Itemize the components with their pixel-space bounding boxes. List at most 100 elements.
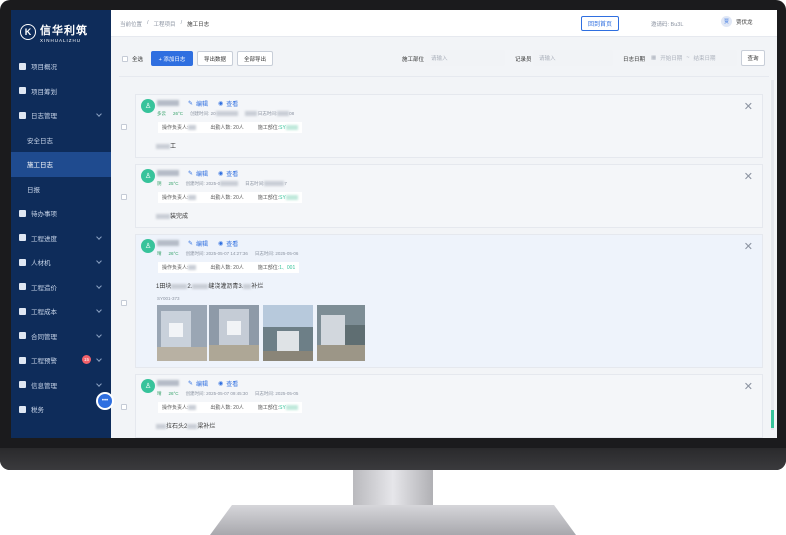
sidebar-item-label: 工程进度 [31,235,57,243]
close-icon[interactable]: ✕ [744,170,753,183]
end-date-input[interactable]: 结束日期 [693,54,715,62]
log-card: ♙ ✎ 编辑 ◉ 查看 晴 26°C 创建时间: 2025-05-07 14:27:… [135,234,763,368]
contract-icon [19,332,26,340]
sidebar-item-resources[interactable]: 人材机 [11,250,111,275]
sidebar-item-safety-log[interactable]: 安全日志 [11,128,111,153]
log-meta: 晴 26°C 创建时间: 2025-05-07 14:27:36 日志时间: 2… [157,251,299,256]
sidebar-item-label: 工程成本 [31,309,57,317]
recorder-name [157,380,179,386]
todo-icon [19,209,26,217]
site-photo[interactable] [263,305,313,361]
sidebar-item-label: 税务 [31,407,44,415]
user-menu[interactable]: 贾 贾伏龙 [721,16,753,27]
sidebar-item-label: 安全日志 [27,137,53,145]
breadcrumb-current: 施工日志 [187,22,210,28]
breadcrumb-item[interactable]: 当前位置 [120,20,142,28]
chat-float-button[interactable]: ••• [96,392,114,410]
log-fields: 操作负责人: 出勤人数: 20人 施工部位:SY [158,122,302,133]
select-all[interactable]: 全选 [122,55,143,63]
close-icon[interactable]: ✕ [744,100,753,113]
sidebar-item-contracts[interactable]: 合同管理 [11,324,111,349]
log-content: 工 [156,141,176,150]
view-link[interactable]: ◉ 查看 [218,169,238,178]
sidebar-item-label: 项目概况 [31,64,57,72]
toolbar: 全选 + 添加日志 导出数据 全部导出 施工部位 请输入 记录员 请输入 日志日… [119,46,769,72]
sidebar-item-label: 工程预警 [31,358,57,366]
query-button[interactable]: 查询 [741,50,765,66]
row-checkbox[interactable] [121,124,127,130]
export-all-button[interactable]: 全部导出 [237,51,273,66]
select-all-label: 全选 [132,57,144,63]
chevron-down-icon [96,356,102,362]
monitor-stand-neck [353,470,433,510]
weather: 晴 [157,251,162,256]
brand-name-en: XINHUALIZHU [40,37,82,43]
sidebar-item-cost[interactable]: 工程成本 [11,299,111,324]
export-data-button[interactable]: 导出数据 [197,51,233,66]
sidebar-item-label: 待办事项 [31,211,57,219]
site-photo[interactable] [317,305,365,361]
log-meta: 阴 25°C 创建时间: 2025-0 日志时间: 7 [157,181,287,187]
back-home-button[interactable]: 回到首页 [581,16,619,31]
close-icon[interactable]: ✕ [744,380,753,393]
recorder-label: 记录员 [515,57,532,63]
log-code: SY001-373 [157,296,180,301]
sidebar-item-label: 合同管理 [31,333,57,341]
dept-input[interactable]: 请输入 [425,50,505,66]
edit-link[interactable]: ✎ 编辑 [188,379,208,388]
sidebar-item-todo[interactable]: 待办事项 [11,201,111,226]
edit-link[interactable]: ✎ 编辑 [188,99,208,108]
site-photo[interactable] [157,305,207,361]
recorder-name [157,170,179,176]
avatar: 贾 [721,16,732,27]
date-range-picker[interactable]: ▦ 开始日期 ~ 结束日期 [645,50,737,66]
select-all-checkbox[interactable] [122,56,128,62]
monitor-stand-base [210,505,576,535]
recorder-input[interactable]: 请输入 [533,50,613,66]
dept-label: 施工部位 [402,57,425,63]
weather: 晴 [157,391,162,396]
cost-icon [19,307,26,315]
sidebar-item-cost-estimate[interactable]: 工程造价 [11,275,111,300]
sidebar-item-project-overview[interactable]: 项目概况 [11,54,111,79]
sidebar-item-label: 人材机 [31,260,51,268]
screen: K 信华利筑 XINHUALIZHU 项目概况 项目筹划 日志管理 安全日志 施… [11,10,777,438]
sidebar-item-label: 日志管理 [31,113,57,121]
close-icon[interactable]: ✕ [744,240,753,253]
scrollbar-track[interactable] [771,80,774,430]
scrollbar-thumb[interactable] [771,410,774,428]
view-link[interactable]: ◉ 查看 [218,379,238,388]
log-icon [19,111,26,119]
sidebar-item-project-planning[interactable]: 项目筹划 [11,79,111,104]
breadcrumb: 当前位置 / 工程项目 / 施工日志 [120,20,210,28]
sidebar-item-daily-report[interactable]: 日报 [11,177,111,202]
edit-icon: ✎ [188,241,194,247]
eye-icon: ◉ [218,101,224,107]
sidebar-item-construction-log[interactable]: 施工日志 [11,152,111,177]
date-separator: ~ [686,55,690,61]
sidebar-item-progress[interactable]: 工程进度 [11,226,111,251]
start-date-input[interactable]: 开始日期 [660,54,682,62]
sidebar-item-info[interactable]: 信息管理 [11,373,111,398]
log-meta: 多云 26°C 创建时间: 20 日志时间: 08 [157,111,295,117]
edit-link[interactable]: ✎ 编辑 [188,169,208,178]
breadcrumb-item[interactable]: 工程项目 [154,20,176,28]
log-card: ♙ ✎ 编辑 ◉ 查看 多云 26°C 创建时间: 20 日志时间: 08 操作负责人… [135,94,763,158]
sidebar-item-warning[interactable]: 工程预警 15 [11,348,111,373]
edit-link[interactable]: ✎ 编辑 [188,239,208,248]
edit-icon: ✎ [188,171,194,177]
add-log-button[interactable]: + 添加日志 [151,51,193,66]
sidebar-item-log-management[interactable]: 日志管理 [11,103,111,128]
logo-icon: K [20,24,36,40]
view-link[interactable]: ◉ 查看 [218,239,238,248]
calendar-icon: ▦ [651,55,657,61]
planning-icon [19,87,26,95]
view-link[interactable]: ◉ 查看 [218,99,238,108]
sidebar-item-label: 施工日志 [27,162,53,170]
row-checkbox[interactable] [121,194,127,200]
row-checkbox[interactable] [121,300,127,306]
log-fields: 操作负责人: 出勤人数: 20人 施工部位:SY [158,402,302,413]
row-checkbox[interactable] [121,404,127,410]
eye-icon: ◉ [218,171,224,177]
site-photo[interactable] [209,305,259,361]
